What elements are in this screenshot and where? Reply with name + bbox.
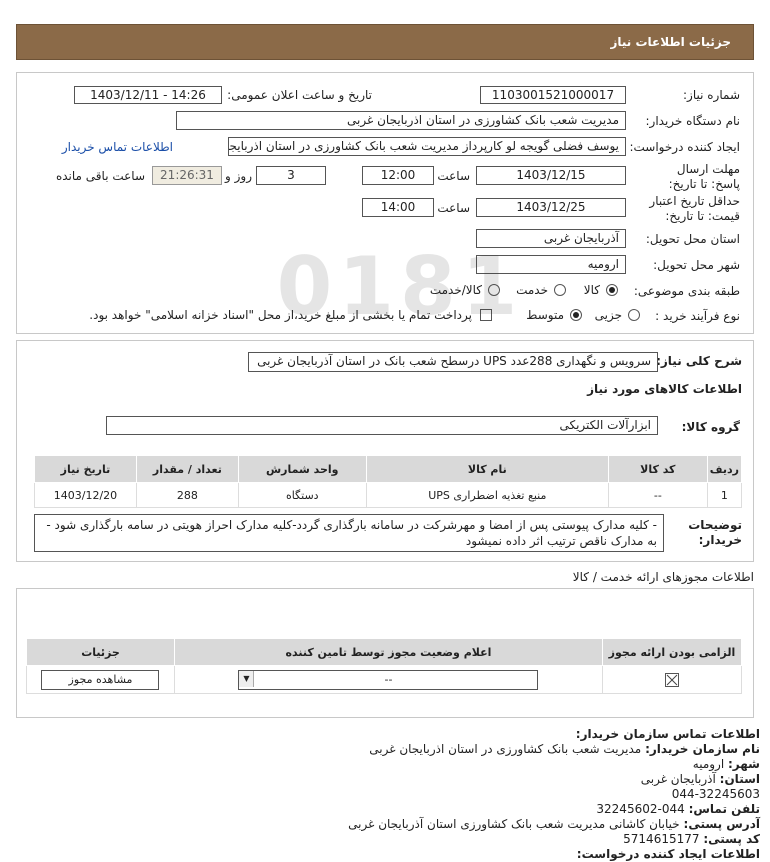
required-checked-icon [664,672,679,687]
contact-title: اطلاعات تماس سازمان خریدار: [575,727,760,741]
validity-date-field: 1403/12/25 [476,198,626,217]
process-minor-label: جزیی [594,308,622,322]
col-date: تاریخ نیاز [34,455,137,483]
province-label: استان محل تحویل: [645,232,740,246]
contact-province: استان: آذربایجان غربی [640,772,760,786]
city-field: ارومیه [476,255,626,274]
treasury-payment-checkbox[interactable] [480,309,492,321]
remaining-label: ساعت باقی مانده [55,169,145,183]
col-details: جزئیات [26,638,175,666]
category-service-label: خدمت [516,283,548,297]
creator-label: ایجاد کننده درخواست: [629,140,740,154]
contact-creator-title: اطلاعات ایجاد کننده درخواست: [576,847,760,861]
validity-label: حداقل تاریخ اعتبار قیمت: تا تاریخ: [649,194,740,223]
goods-group-label: گروه کالا: [681,420,740,434]
validity-time-label: ساعت [437,201,470,215]
table-row: -- ▼ مشاهده مجوز [26,665,743,694]
province-field: آذربایجان غربی [476,229,626,248]
category-goods-label: کالا [583,283,600,297]
deadline-time-label: ساعت [437,169,470,183]
cell-date: 1403/12/20 [34,482,137,508]
chevron-down-icon: ▼ [239,670,255,687]
permits-title: اطلاعات مجوزهای ارائه خدمت / کالا [572,570,754,584]
cell-details: مشاهده مجوز [26,665,175,694]
deadline-label: مهلت ارسال پاسخ: تا تاریخ: [668,162,740,191]
announce-field: 1403/12/11 - 14:26 [74,86,222,104]
buyer-contact-section: اطلاعات تماس سازمان خریدار: نام سازمان خ… [20,727,760,862]
col-name: نام کالا [365,455,609,483]
need-number-field: 1103001521000017 [480,86,626,104]
need-number-label: شماره نیاز: [683,88,740,102]
goods-info-title: اطلاعات کالاهای مورد نیاز [587,382,742,396]
contact-phone-1: 044-32245603 [671,787,760,801]
need-desc-label: شرح کلی نیاز: [656,354,742,368]
view-permit-button[interactable]: مشاهده مجوز [41,669,160,690]
category-goods-service-radio[interactable] [488,284,500,296]
goods-table-header: ردیف کد کالا نام کالا واحد شمارش تعداد /… [34,455,743,483]
buyer-notes-label: توضیحات خریدار: [688,518,742,547]
permit-status-value: -- [384,672,393,686]
page-title: جزئیات اطلاعات نیاز [610,35,731,49]
col-status: اعلام وضعیت مجوز توسط تامین کننده [173,638,603,666]
cell-required [601,665,743,694]
announce-label: تاریخ و ساعت اعلان عمومی: [227,88,372,102]
col-row: ردیف [706,455,743,483]
contact-address: آدرس پستی: خیابان کاشانی مدیریت شعب بانک… [348,817,760,831]
process-label: نوع فرآیند خرید : [655,309,740,323]
goods-table: ردیف کد کالا نام کالا واحد شمارش تعداد /… [34,455,743,508]
deadline-time-field: 12:00 [362,166,434,185]
contact-org: نام سازمان خریدار: مدیریت شعب بانک کشاور… [369,742,760,756]
category-goods-radio[interactable] [606,284,618,296]
cell-code: -- [607,482,708,508]
col-required: الزامی بودن ارائه مجوز [601,638,743,666]
category-service-radio[interactable] [554,284,566,296]
cell-unit: دستگاه [237,482,367,508]
creator-field: یوسف فضلی گویجه لو کارپرداز مدیریت شعب ب… [228,137,626,156]
buyer-org-field: مدیریت شعب بانک کشاورزی در استان اذربایج… [176,111,626,130]
process-medium-radio[interactable] [570,309,582,321]
table-row: 1 -- منبع تغذیه اضطراری UPS دستگاه 288 1… [34,482,743,508]
days-field: 3 [256,166,326,185]
buyer-notes-field: - کلیه مدارک پیوستی پس از امضا و مهرشرکت… [34,514,664,552]
need-desc-field: سرویس و نگهداری 288عدد UPS درسطح شعب بان… [248,352,658,372]
city-label: شهر محل تحویل: [653,258,740,272]
days-label: روز و [225,169,252,183]
process-minor-radio[interactable] [628,309,640,321]
col-code: کد کالا [607,455,708,483]
cell-name: منبع تغذیه اضطراری UPS [365,482,609,508]
process-medium-label: متوسط [526,308,564,322]
permits-table: الزامی بودن ارائه مجوز اعلام وضعیت مجوز … [26,638,743,694]
col-unit: واحد شمارش [237,455,367,483]
cell-row: 1 [706,482,743,508]
permits-table-header: الزامی بودن ارائه مجوز اعلام وضعیت مجوز … [26,638,743,666]
goods-group-field: ابزارآلات الکتریکی [106,416,658,435]
permit-status-select[interactable]: -- ▼ [238,669,539,690]
buyer-org-label: نام دستگاه خریدار: [645,114,741,128]
category-goods-service-label: کالا/خدمت [429,283,482,297]
col-qty: تعداد / مقدار [135,455,239,483]
page-header: جزئیات اطلاعات نیاز [16,24,754,60]
contact-phone-2: تلفن تماس: 044-32245602 [596,802,760,816]
cell-status: -- ▼ [173,665,603,694]
validity-time-field: 14:00 [362,198,434,217]
buyer-contact-link[interactable]: اطلاعات تماس خریدار [62,140,173,154]
remaining-time-field: 21:26:31 [152,166,222,185]
cell-qty: 288 [135,482,239,508]
category-label: طبقه بندی موضوعی: [633,284,740,298]
treasury-payment-note: پرداخت تمام یا بخشی از مبلغ خرید،از محل … [89,308,472,322]
deadline-date-field: 1403/12/15 [476,166,626,185]
contact-city: شهر: ارومیه [692,757,760,771]
